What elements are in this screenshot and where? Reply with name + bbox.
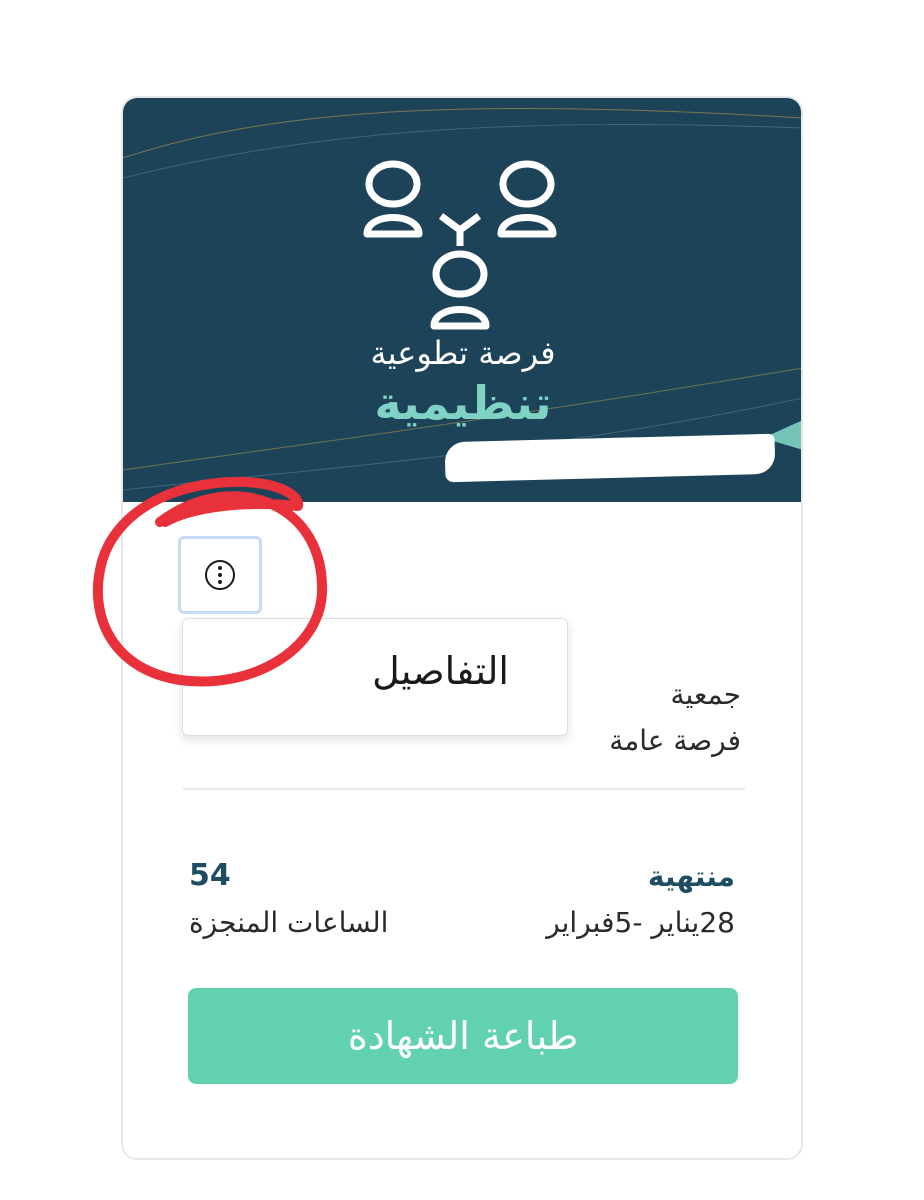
options-dropdown: التفاصيل: [182, 618, 568, 736]
kebab-vertical-icon: [205, 560, 235, 590]
date-range: 28يناير -5فبراير: [546, 906, 735, 939]
divider: [183, 788, 745, 790]
hours-value: 54: [189, 858, 231, 893]
opportunity-type: فرصة عامة: [609, 724, 741, 757]
people-network-icon: [363, 160, 557, 330]
details-menu-item[interactable]: التفاصيل: [372, 649, 509, 693]
opportunity-card: فرصة تطوعية تنظيمية التفاصيل جمعية فرصة …: [121, 96, 803, 1160]
organization-name: جمعية: [670, 678, 741, 711]
status-label: منتهية: [647, 860, 735, 893]
opportunity-banner: فرصة تطوعية تنظيمية: [123, 98, 801, 502]
print-certificate-button[interactable]: طباعة الشهادة: [188, 988, 738, 1084]
banner-subtitle: تنظيمية: [374, 376, 552, 430]
hours-label: الساعات المنجزة: [189, 906, 389, 939]
more-options-button[interactable]: [178, 536, 262, 614]
banner-title: فرصة تطوعية: [370, 334, 556, 372]
